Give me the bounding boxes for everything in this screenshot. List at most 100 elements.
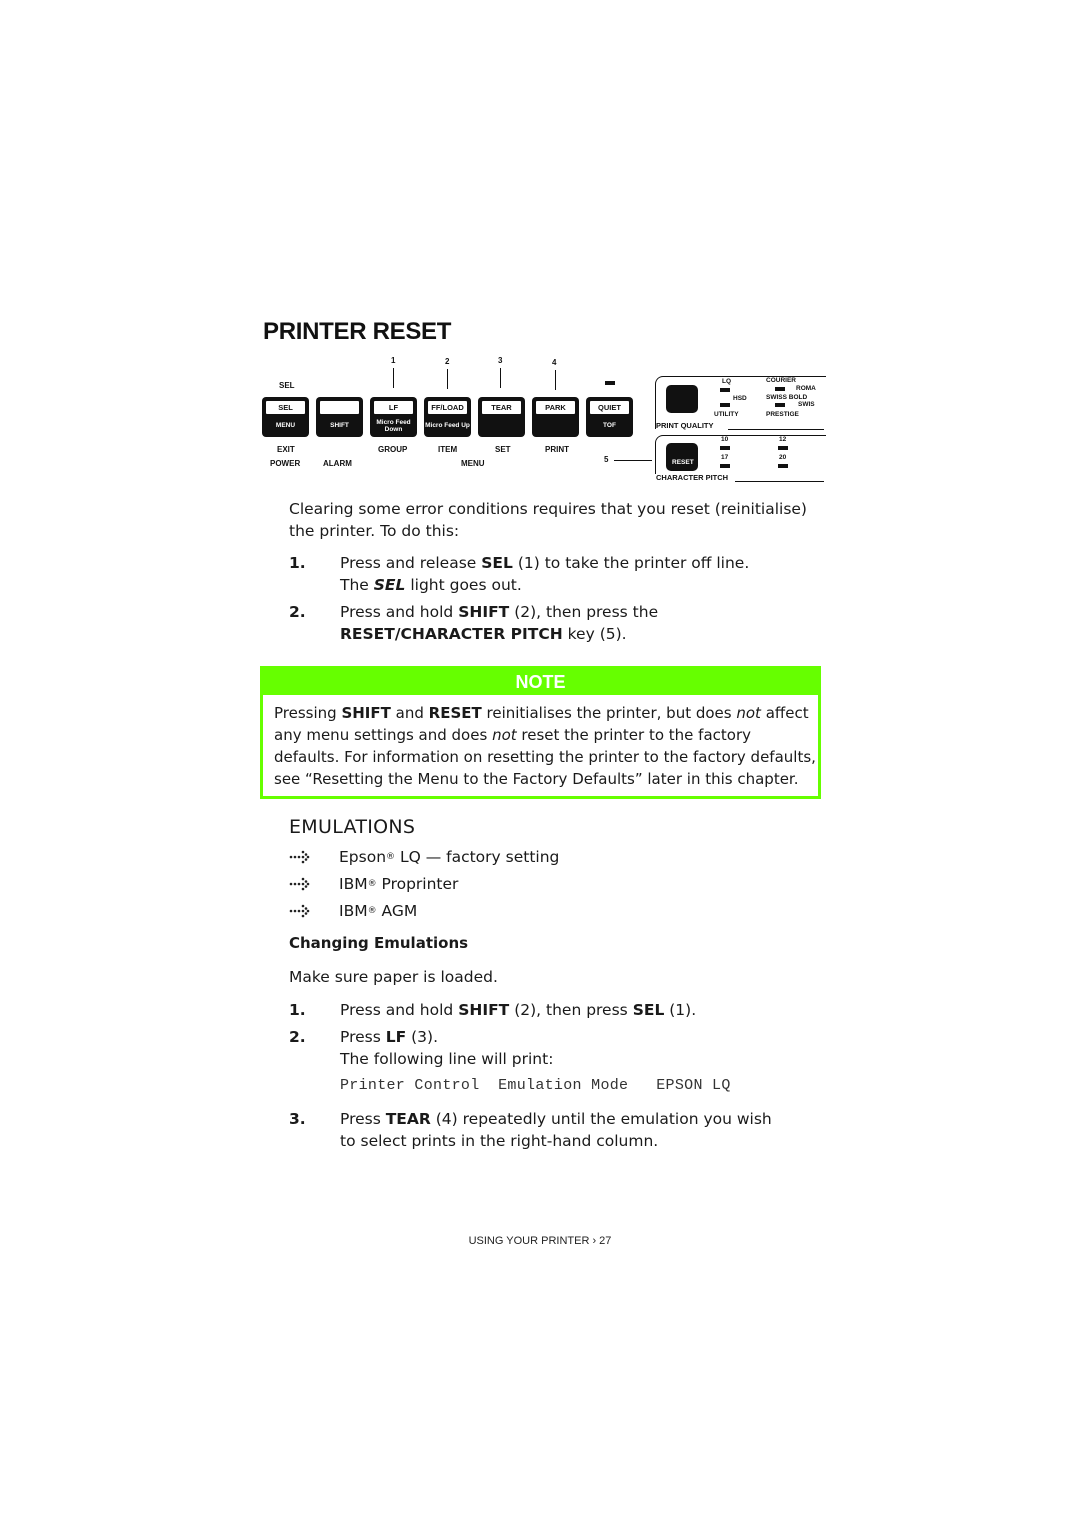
roman-label: ROMA [796,385,816,392]
shift-key[interactable]: SHIFT [316,397,363,437]
pitch-indicator [720,446,730,450]
text: (2), then press [509,1001,633,1019]
reset-step-2: 2. Press and hold SHIFT (2), then press … [289,601,829,647]
text: AGM [376,902,418,920]
print-quality-key[interactable] [666,385,698,413]
control-panel-diagram: 1 2 3 4 SEL SEL MENU SHIFT LF Micro Feed… [262,355,826,485]
pitch-10-label: 10 [721,436,729,443]
quiet-key[interactable]: QUIET TOF [586,397,633,437]
text: Press [340,1028,386,1046]
key-sublabel: TOF [603,422,616,429]
text: IBM [339,875,368,893]
emulation-label: Epson® LQ — factory setting [339,846,559,868]
menu-label: MENU [461,459,485,468]
callout-4: 4 [552,358,557,367]
text: The [340,576,374,594]
lq-indicator [720,388,730,392]
registered-mark: ® [367,879,377,889]
text: (2), then press the [509,603,659,621]
callout-line [447,369,448,389]
power-label: POWER [270,459,301,468]
key-label: QUIET [590,401,629,414]
quiet-indicator [605,381,615,385]
step-number: 1. [289,1001,306,1019]
key-name: SEL [481,554,513,572]
callout-5: 5 [604,455,609,464]
registered-mark: ® [367,906,377,916]
key-sublabel [478,416,525,435]
key-sublabel: SHIFT [330,422,349,429]
text: (3). [406,1028,439,1046]
text: Epson [339,848,387,866]
callout-1: 1 [391,356,396,365]
exit-label: EXIT [277,445,295,454]
pitch-indicator [720,464,730,468]
text: Press [340,1110,386,1128]
print-label: PRINT [545,445,569,454]
text: Press and hold [340,1001,459,1019]
lf-key[interactable]: LF Micro Feed Down [370,397,417,437]
print-quality-label: PRINT QUALITY [656,421,714,430]
note-text: Pressing SHIFT and RESET reinitialises t… [274,702,819,790]
dotted-arrow-icon [289,877,310,891]
callout-2: 2 [445,357,450,366]
key-label: FF/LOAD [428,401,467,414]
divider [735,481,824,482]
sel-indicator-label: SEL [279,381,295,390]
key-name: RESET/CHARACTER PITCH [340,625,563,643]
page-title: PRINTER RESET [263,318,452,345]
step-number: 3. [289,1110,306,1128]
callout-line [555,370,556,390]
text: Press and release [340,554,482,572]
callout-line [393,368,394,388]
sel-key[interactable]: SEL MENU [262,397,309,437]
key-name: LF [385,1028,407,1046]
pitch-12-label: 12 [779,436,787,443]
reset-step-1: 1. Press and release SEL (1) to take the… [289,552,829,598]
text: The following line will print: [340,1050,554,1068]
key-name: SHIFT [458,603,510,621]
font-indicator [775,403,785,407]
paper-loaded-text: Make sure paper is loaded. [289,968,498,986]
emphasis: not [492,726,517,744]
set-label: SET [495,445,511,454]
text: IBM [339,902,368,920]
key-label: TEAR [482,401,521,414]
tear-key[interactable]: TEAR [478,397,525,437]
item-label: ITEM [438,445,458,454]
registered-mark: ® [386,852,396,862]
ff-load-key[interactable]: FF/LOAD Micro Feed Up [424,397,471,437]
emphasis: not [736,704,761,722]
pitch-20-label: 20 [779,454,787,461]
text: (1) to take the printer off line. [512,554,750,572]
pitch-indicator [778,446,788,450]
text: and [390,704,429,722]
key-name: SHIFT [341,704,391,722]
utility-indicator [720,403,730,407]
text: key (5). [562,625,627,643]
pitch-17-label: 17 [721,454,729,461]
key-sublabel [532,416,579,435]
step-text: Press TEAR (4) repeatedly until the emul… [340,1108,790,1152]
step-text: Press and hold SHIFT (2), then press the… [340,601,820,645]
key-name: TEAR [385,1110,431,1128]
text: (1). [664,1001,697,1019]
swiss-bold-label: SWISS BOLD [766,394,808,401]
divider [728,429,824,430]
note-heading: NOTE [263,669,818,695]
emulation-label: IBM® Proprinter [339,873,458,895]
callout-3: 3 [498,356,503,365]
reset-key-label: RESET [672,459,694,466]
callout-line [614,460,652,461]
lq-label: LQ [722,378,732,385]
key-label: PARK [536,401,575,414]
key-label [320,401,359,414]
park-key[interactable]: PARK [532,397,579,437]
indicator-name: SEL [373,576,406,594]
text: Press and hold [340,603,459,621]
step-text: Press LF (3). The following line will pr… [340,1026,820,1070]
emulations-heading: EMULATIONS [289,816,416,838]
reset-key[interactable]: RESET [666,443,698,471]
intro-paragraph: Clearing some error conditions requires … [289,500,807,540]
utility-label: UTILITY [714,411,739,418]
